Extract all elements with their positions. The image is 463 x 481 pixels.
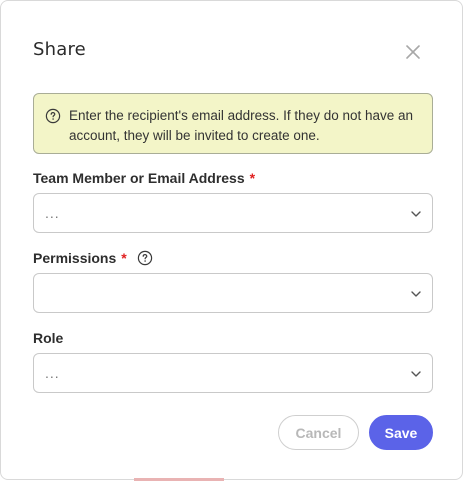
close-button[interactable]: [404, 43, 422, 61]
help-circle-icon: [45, 108, 61, 124]
chevron-down-icon: [411, 291, 421, 297]
member-label: Team Member or Email Address *: [33, 170, 255, 186]
role-select-value: ...: [45, 365, 60, 381]
permissions-label: Permissions *: [33, 250, 153, 266]
permissions-label-text: Permissions: [33, 250, 117, 266]
chevron-down-icon: [411, 211, 421, 217]
role-select[interactable]: ...: [33, 353, 433, 393]
required-mark: *: [249, 170, 256, 186]
chevron-down-icon: [411, 371, 421, 377]
member-select[interactable]: ...: [33, 193, 433, 233]
role-label: Role: [33, 330, 63, 346]
dialog-title: Share: [33, 39, 86, 60]
member-select-value: ...: [45, 205, 60, 221]
member-label-text: Team Member or Email Address: [33, 170, 245, 186]
permissions-select[interactable]: [33, 273, 433, 313]
close-icon: [406, 45, 420, 59]
help-circle-icon[interactable]: [137, 250, 153, 266]
role-label-text: Role: [33, 330, 64, 346]
info-banner: Enter the recipient's email address. If …: [33, 93, 433, 154]
save-button[interactable]: Save: [369, 415, 433, 450]
required-mark: *: [121, 250, 127, 266]
info-text: Enter the recipient's email address. If …: [69, 108, 414, 143]
share-dialog: Share Enter the recipient's email addres…: [0, 0, 463, 481]
cancel-button[interactable]: Cancel: [278, 415, 359, 450]
